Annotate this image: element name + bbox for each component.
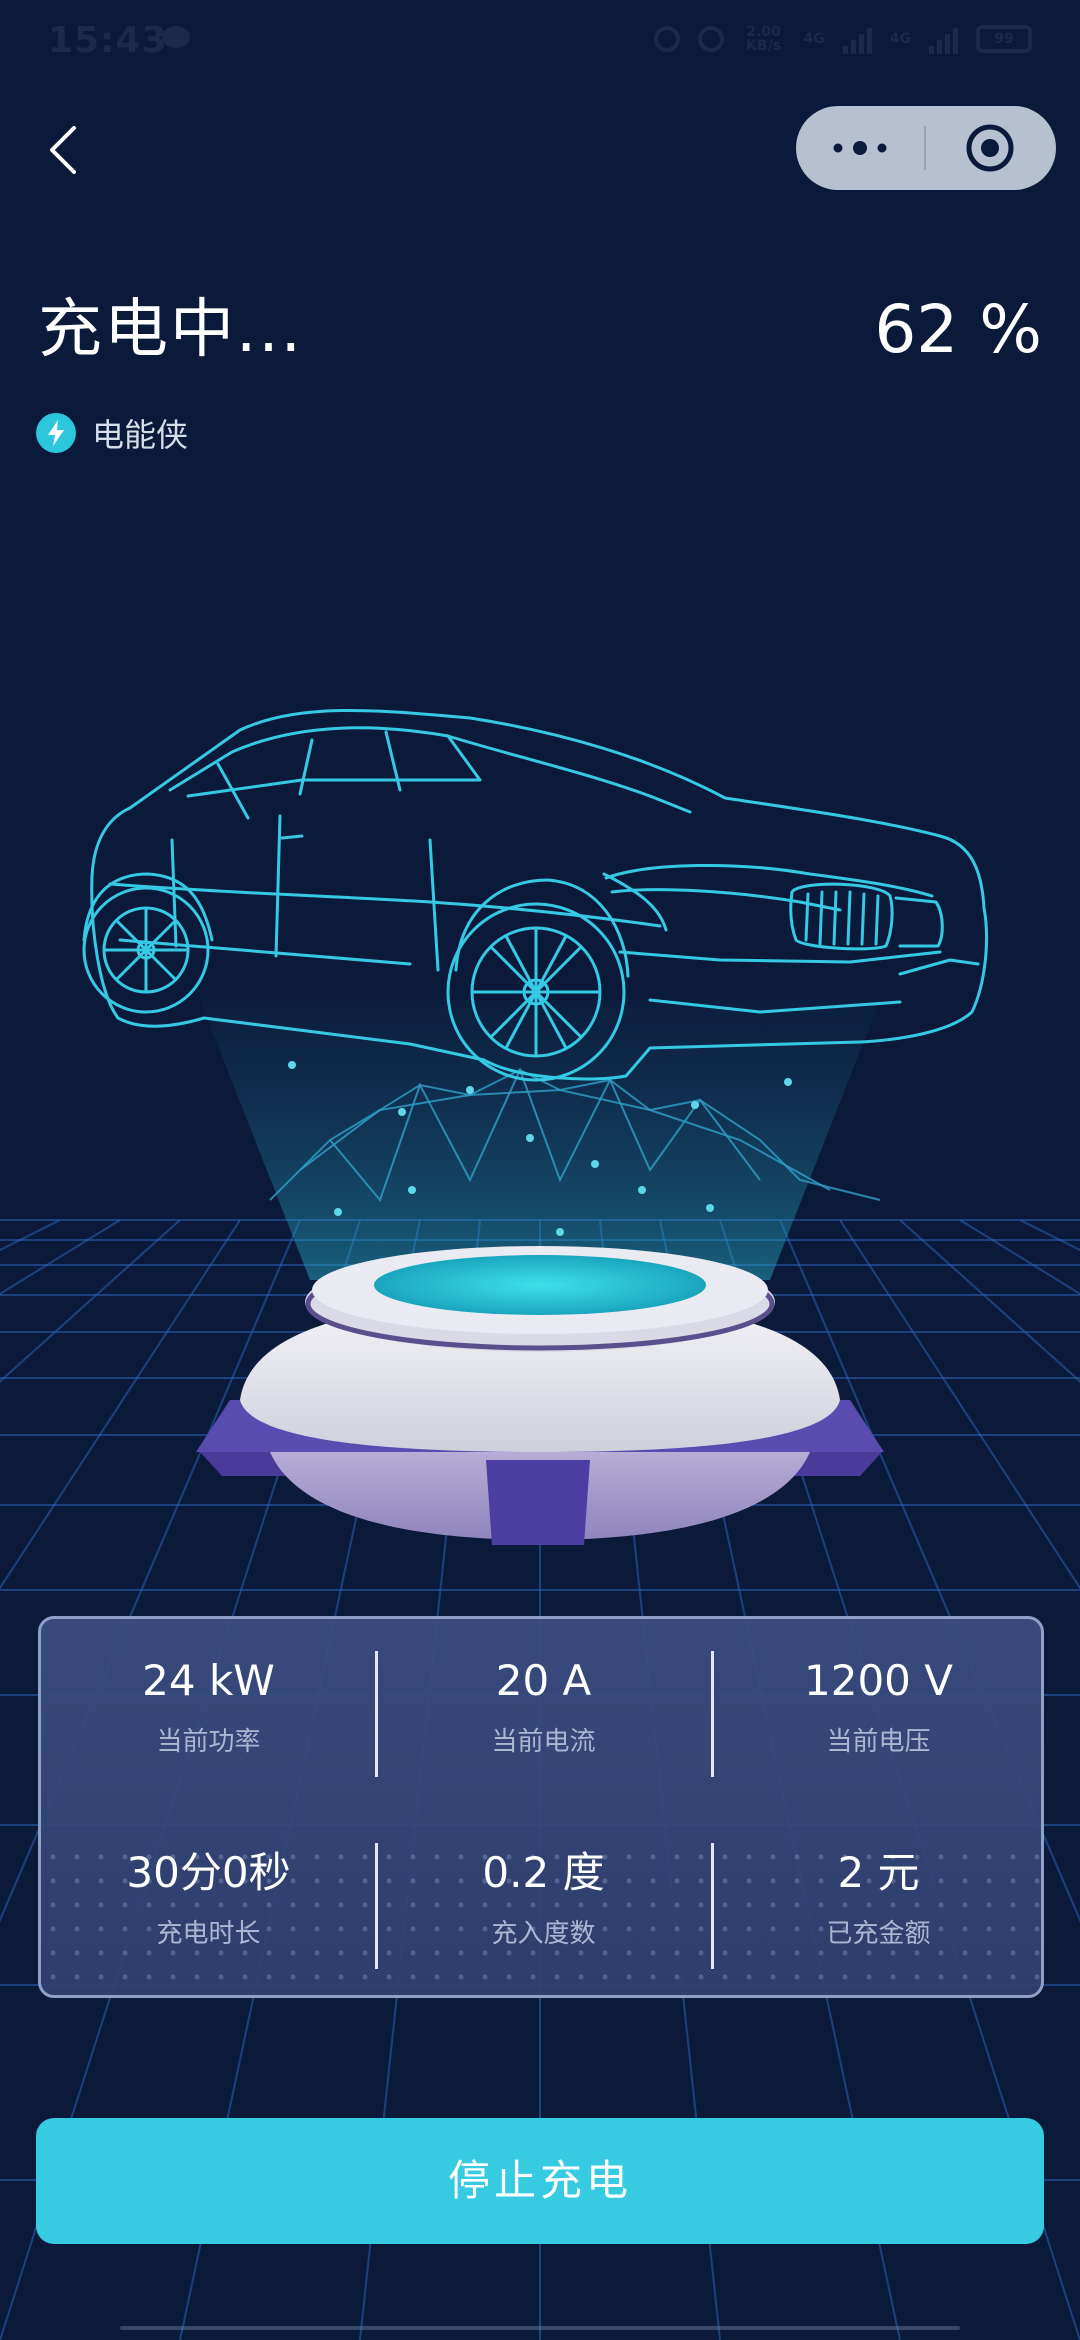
light-beam xyxy=(200,1000,880,1280)
more-button[interactable] xyxy=(796,106,924,190)
wechat-icon xyxy=(162,26,190,48)
close-miniprogram-button[interactable] xyxy=(926,106,1054,190)
stat-value: 30分0秒 xyxy=(126,1848,291,1897)
stat-label: 当前电压 xyxy=(826,1727,931,1757)
stat-label: 已充金额 xyxy=(826,1919,931,1949)
stop-charging-button[interactable]: 停止充电 xyxy=(36,2118,1044,2244)
charge-percent: 62 % xyxy=(874,291,1042,368)
stat-value: 0.2 度 xyxy=(482,1848,605,1897)
mute-icon xyxy=(697,26,724,52)
lightning-icon xyxy=(36,413,76,453)
operator-brand: 电能侠 xyxy=(36,410,188,456)
stat-duration: 30分0秒 充电时长 xyxy=(41,1847,376,1951)
charging-status-title: 充电中... xyxy=(38,293,304,367)
stat-voltage: 1200 V 当前电压 xyxy=(711,1655,1046,1759)
charging-illustration xyxy=(0,709,1080,2340)
operator-name: 电能侠 xyxy=(92,416,189,454)
signal-icon xyxy=(842,24,872,54)
stat-value: 20 A xyxy=(495,1656,592,1705)
stat-label: 当前功率 xyxy=(156,1727,261,1757)
battery-icon: 99 xyxy=(976,25,1032,53)
stat-label: 充入度数 xyxy=(491,1919,596,1949)
chevron-left-icon xyxy=(50,126,76,174)
status-time: 15:43 xyxy=(48,20,168,61)
signal-icon-2 xyxy=(929,24,958,54)
stat-label: 当前电流 xyxy=(491,1727,596,1757)
alarm-icon xyxy=(653,26,680,52)
stat-power: 24 kW 当前功率 xyxy=(41,1655,376,1759)
stat-amount: 2 元 已充金额 xyxy=(711,1847,1046,1951)
stat-value: 24 kW xyxy=(142,1656,275,1705)
miniprogram-capsule xyxy=(796,106,1056,190)
stat-current: 20 A 当前电流 xyxy=(376,1655,711,1759)
stat-label: 充电时长 xyxy=(156,1919,261,1949)
stat-value: 1200 V xyxy=(804,1656,953,1705)
stat-energy: 0.2 度 充入度数 xyxy=(376,1847,711,1951)
network-type-2: 4G xyxy=(889,31,911,47)
more-dots-icon xyxy=(833,141,887,155)
status-icons: 2.00 KB/s 4G 4G 99 xyxy=(653,24,1032,54)
stat-value: 2 元 xyxy=(837,1848,920,1897)
net-speed: 2.00 KB/s xyxy=(746,24,782,54)
status-bar: 15:43 2.00 KB/s 4G 4G 99 xyxy=(0,0,1080,84)
home-indicator xyxy=(120,2326,960,2330)
back-button[interactable] xyxy=(42,120,86,180)
network-type-1: 4G xyxy=(803,31,825,47)
charging-stats-panel: 24 kW 当前功率 20 A 当前电流 1200 V 当前电压 30分0秒 充… xyxy=(38,1616,1044,1998)
target-close-icon xyxy=(966,124,1014,172)
